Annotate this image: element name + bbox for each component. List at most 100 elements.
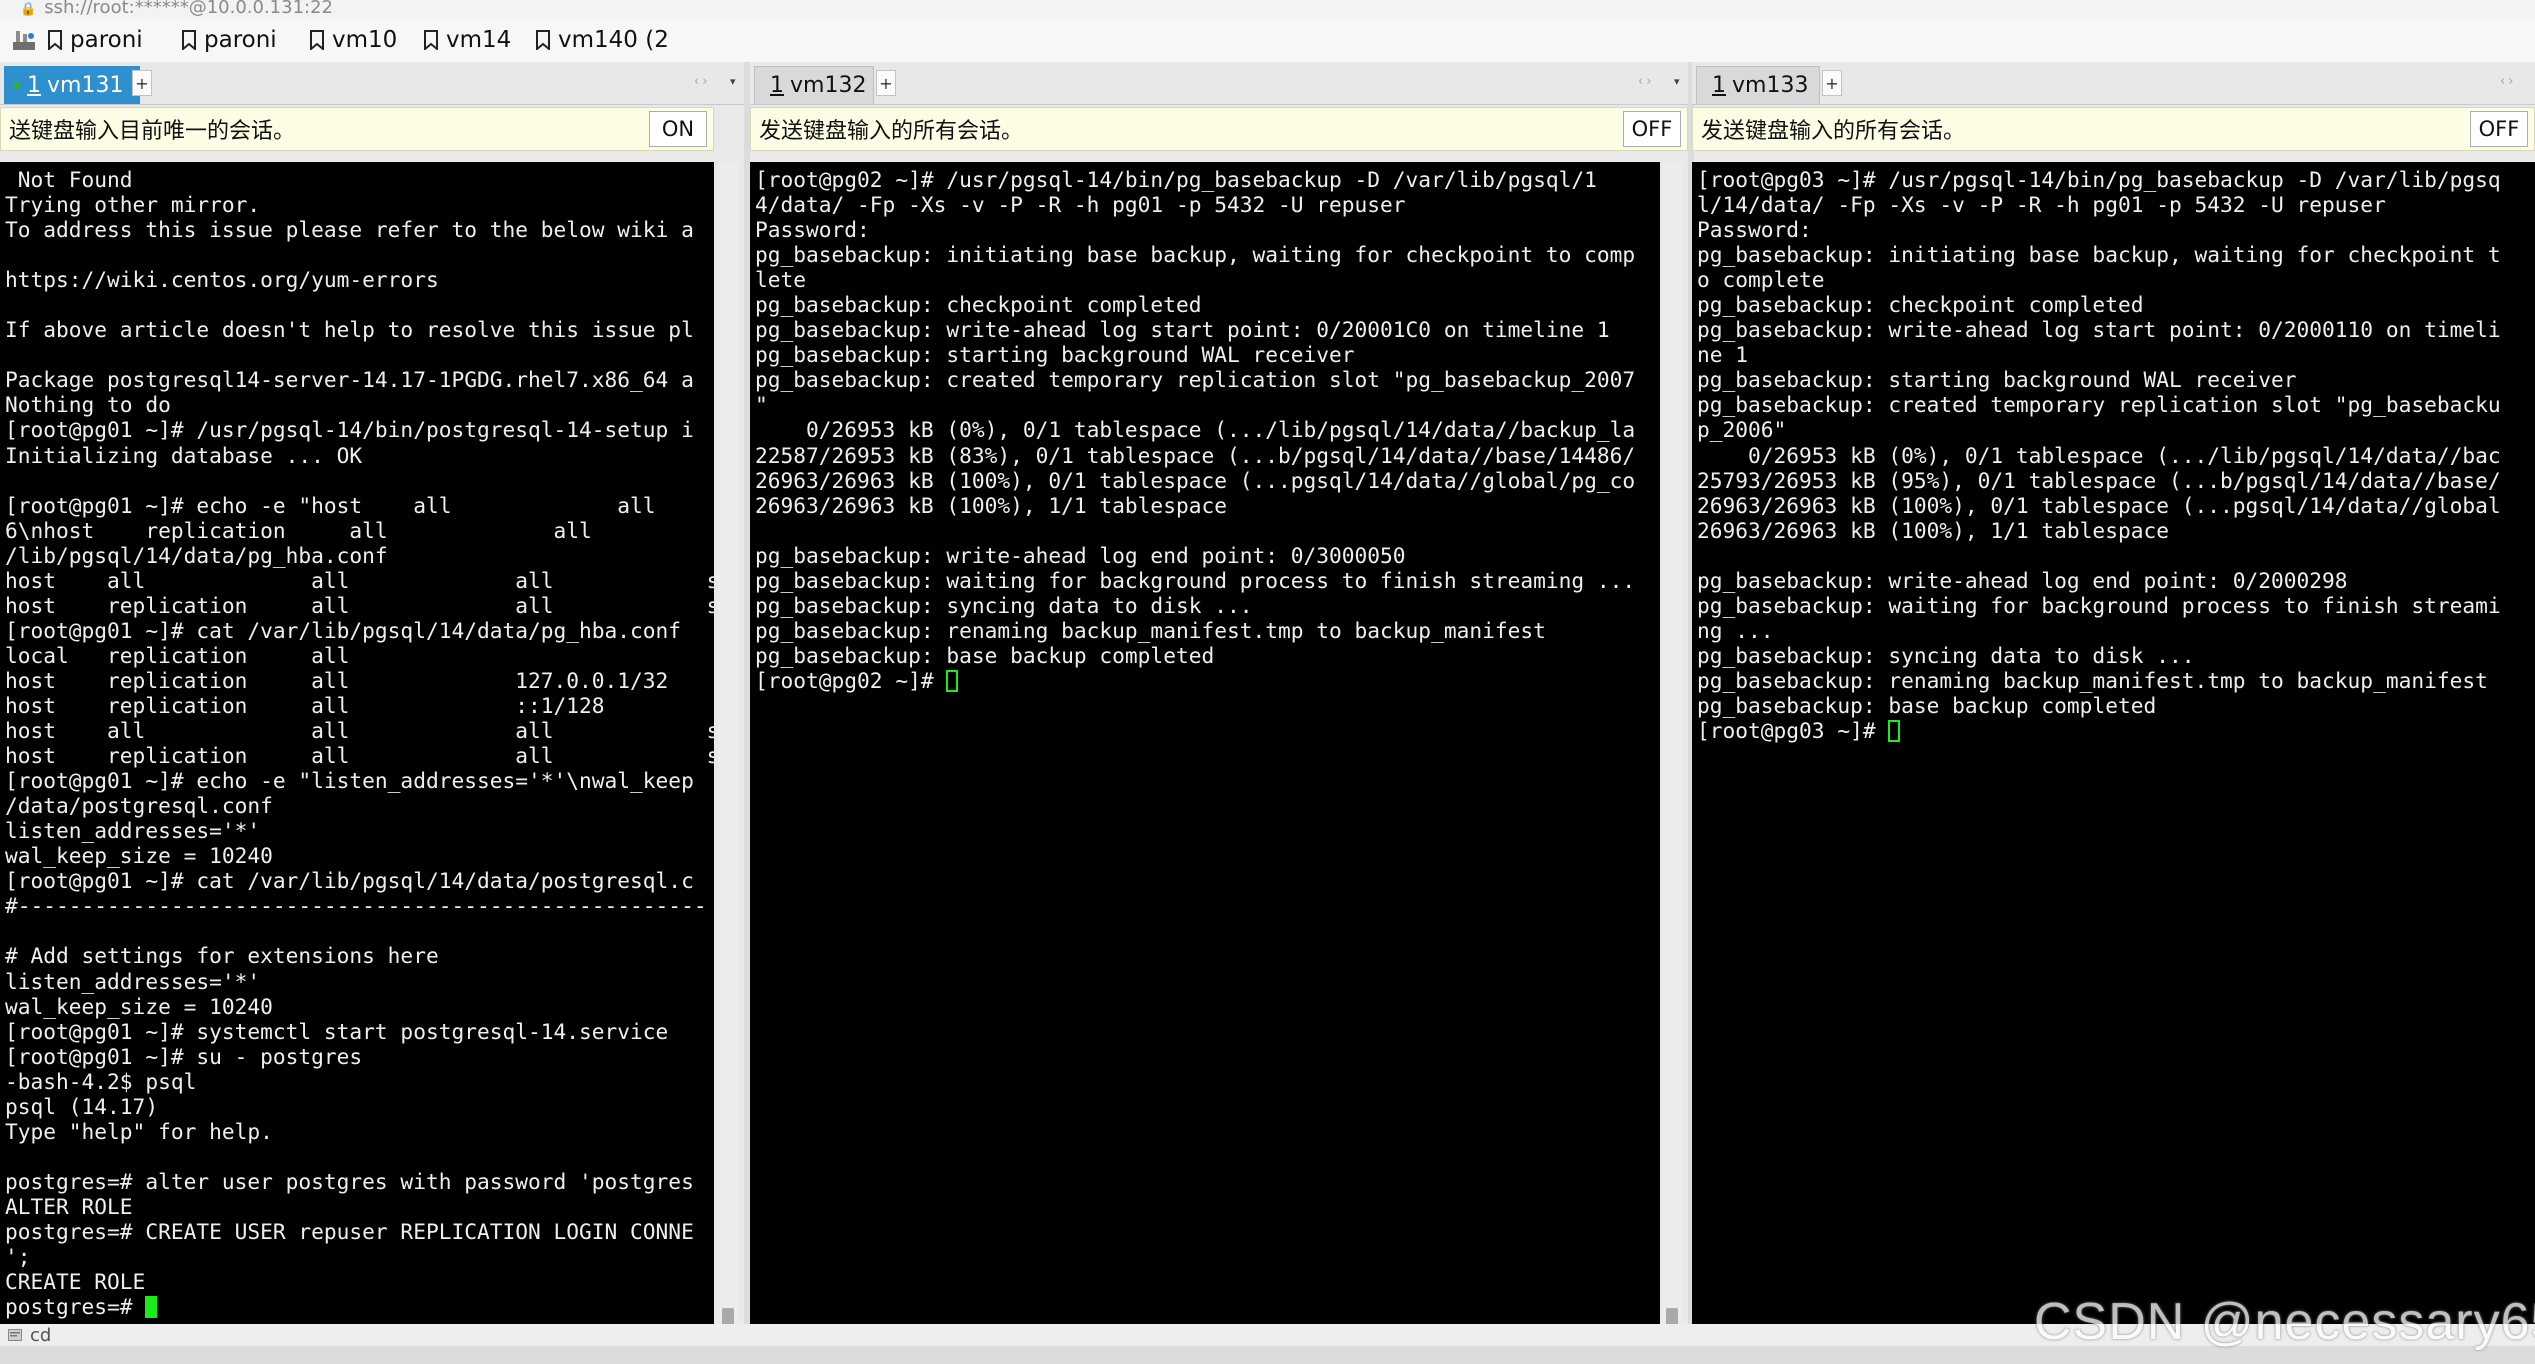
terminal-line: wal_keep_size = 10240 [5,993,273,1019]
terminal-line: 25793/26953 kB (95%), 0/1 tablespace (..… [1697,467,2501,493]
terminal-scrollbar[interactable] [1662,162,1682,1354]
terminal-line: 4/data/ -Fp -Xs -v -P -R -h pg01 -p 5432… [755,192,1406,218]
send-input-toggle-button[interactable]: ON [649,111,707,147]
terminal-line: postgres=# alter user postgres with pass… [5,1168,694,1194]
bookmark-item[interactable]: vm10 [310,27,408,53]
shell-prompt: postgres=# [5,1294,146,1320]
terminal-line: host replication all ::1/128 [5,692,605,718]
terminal-line: Trying other mirror. [5,192,261,218]
terminal-line: pg_basebackup: checkpoint completed [1697,292,2144,318]
terminal-line: pg_basebackup: checkpoint completed [755,292,1202,318]
tab-label: vm133 [1732,73,1809,98]
watermark: CSDN @necessary653 [2034,1293,2535,1351]
window-title: ssh://root:******@10.0.0.131:22 [44,0,333,18]
terminal-line: -bash-4.2$ psql [5,1068,197,1094]
new-tab-button[interactable]: + [1822,70,1842,96]
status-text: cd [30,1324,52,1346]
tab-label: vm132 [790,73,867,98]
terminal-line: Package postgresql14-server-14.17-1PGDG.… [5,367,694,393]
terminal-output[interactable]: [root@pg03 ~]# /usr/pgsql-14/bin/pg_base… [1692,162,2535,1324]
terminal-line: host replication all all s [5,743,714,769]
terminal-line: pg_basebackup: write-ahead log end point… [755,542,1406,568]
terminal-line: host replication all 127.0.0.1/32 [5,667,669,693]
bookmark-icon [48,30,62,50]
tab-vm131[interactable]: 1 vm131 [4,66,140,104]
terminal-line: Password: [1697,217,1812,243]
terminal-line: psql (14.17) [5,1093,159,1119]
terminal-prompt-line[interactable]: [root@pg03 ~]# [1697,718,2535,743]
terminal-line: l/14/data/ -Fp -Xs -v -P -R -h pg01 -p 5… [1697,192,2386,218]
terminal-line: pg_basebackup: syncing data to disk ... [1697,642,2195,668]
terminal-line: " [755,392,768,418]
bookmark-item[interactable]: vm14 [424,27,520,53]
terminal-line: listen_addresses='*' [5,968,261,994]
terminal-line: pg_basebackup: starting background WAL r… [1697,367,2297,393]
lock-icon: 🔒 [20,2,37,17]
terminal-line: pg_basebackup: starting background WAL r… [755,342,1355,368]
terminal-line: #---------------------------------------… [5,893,707,919]
terminal-line: lete [755,267,807,293]
terminal-line: pg_basebackup: write-ahead log start poi… [1697,317,2501,343]
terminal-output[interactable]: Not Found Trying other mirror. To address … [0,162,714,1324]
send-input-label: 送键盘输入目前唯一的会话。 [9,119,296,144]
tab-menu-icon[interactable]: ▾ [730,75,736,88]
bookmark-item[interactable]: paroni [48,27,166,53]
tab-scroll-arrows[interactable]: ‹› [694,74,710,89]
terminal-line: CREATE ROLE [5,1269,146,1295]
terminal-output[interactable]: [root@pg02 ~]# /usr/pgsql-14/bin/pg_base… [750,162,1660,1324]
terminal-scrollbar[interactable] [718,162,738,1354]
tab-bar: 1 vm131 + ‹› ▾ [0,62,744,105]
terminal-line: pg_basebackup: created temporary replica… [755,367,1636,393]
terminal-line: host replication all all s [5,592,714,618]
terminal-line: [root@pg03 ~]# /usr/pgsql-14/bin/pg_base… [1697,167,2501,192]
tab-scroll-arrows[interactable]: ‹› [2500,74,2516,89]
terminal-cursor [946,669,959,692]
send-input-toggle-button[interactable]: OFF [2470,111,2528,147]
terminal-line: pg_basebackup: base backup completed [755,642,1215,668]
terminal-prompt-line[interactable]: postgres=# [5,1294,714,1319]
terminal-line: pg_basebackup: initiating base backup, w… [1697,242,2501,268]
bookmark-item[interactable]: vm140 (2 [536,27,676,53]
bookmark-item[interactable]: paroni [182,27,294,53]
shell-prompt: [root@pg02 ~]# [755,667,947,693]
terminal-line: pg_basebackup: waiting for background pr… [755,567,1636,593]
terminal-line: wal_keep_size = 10240 [5,843,273,869]
terminal-line: pg_basebackup: created temporary replica… [1697,392,2501,418]
terminal-line: [root@pg01 ~]# systemctl start postgresq… [5,1018,669,1044]
tab-scroll-arrows[interactable]: ‹› [1638,74,1654,89]
new-tab-button[interactable]: + [876,70,896,96]
terminal-line: [root@pg01 ~]# su - postgres [5,1043,363,1069]
terminal-prompt-line[interactable]: [root@pg02 ~]# [755,668,1660,693]
terminal-line: pg_basebackup: renaming backup_manifest.… [1697,667,2488,693]
terminal-line: 26963/26963 kB (100%), 1/1 tablespace [755,492,1227,518]
network-tool-icon[interactable] [8,24,40,56]
terminal-line: 0/26953 kB (0%), 0/1 tablespace (.../lib… [755,417,1636,443]
tab-vm132[interactable]: 1 vm132 [754,66,874,104]
terminal-line: pg_basebackup: base backup completed [1697,692,2157,718]
terminal-line: Not Found [5,167,133,192]
terminal-line: # Add settings for extensions here [5,943,439,969]
tab-menu-icon[interactable]: ▾ [1674,75,1680,88]
terminal-line: listen_addresses='*' [5,818,261,844]
tab-vm133[interactable]: 1 vm133 [1696,66,1820,104]
terminal-line: 0/26953 kB (0%), 0/1 tablespace (.../lib… [1697,442,2501,468]
window-title-bar: 🔒 ssh://root:******@10.0.0.131:22 [0,0,2535,18]
terminal-line: pg_basebackup: write-ahead log end point… [1697,567,2348,593]
terminal-line: o complete [1697,267,1825,293]
terminal-line: [root@pg01 ~]# echo -e "listen_addresses… [5,768,694,794]
bookmark-icon [310,30,324,50]
send-input-toggle-button[interactable]: OFF [1623,111,1681,147]
send-input-label: 发送键盘输入的所有会话。 [759,119,1024,144]
new-tab-button[interactable]: + [132,70,152,96]
tab-bar: 1 vm132 + ‹› ▾ [750,62,1688,105]
connected-status-icon [13,82,20,89]
session-pane-vm131: 1 vm131 + ‹› ▾ 送键盘输入目前唯一的会话。 ON Not Foun… [0,62,744,1354]
terminal-cursor [1888,720,1901,743]
